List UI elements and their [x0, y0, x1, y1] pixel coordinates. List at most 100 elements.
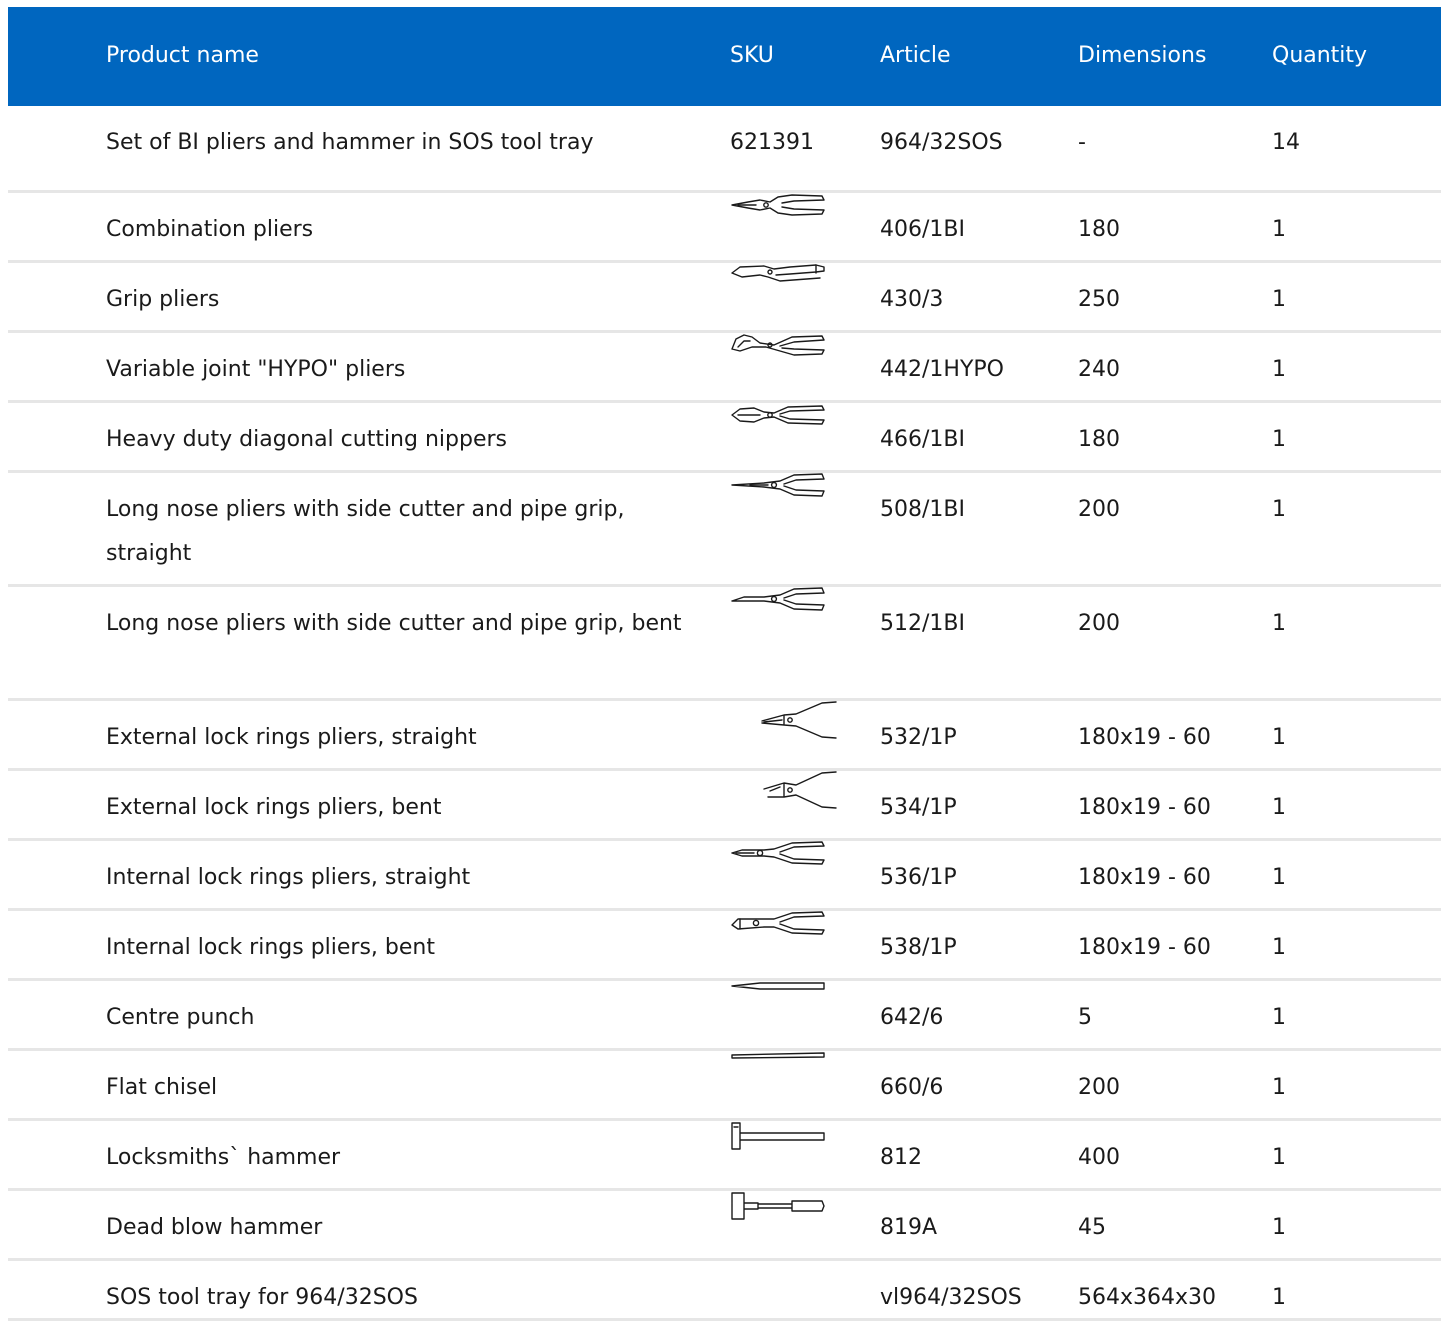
article-number: 812 [880, 1145, 922, 1170]
diagonal-nippers-icon [730, 403, 826, 429]
quantity-value: 1 [1272, 357, 1286, 382]
table-row: Locksmiths` hammer 812 400 1 [8, 1121, 1441, 1191]
quantity-value: 1 [1272, 611, 1286, 636]
article-number: 538/1P [880, 935, 957, 960]
table-row: External lock rings pliers, straight 532/… [8, 701, 1441, 771]
article-number: vl964/32SOS [880, 1285, 1022, 1310]
dimensions-value: 180x19 - 60 [1078, 865, 1211, 890]
long-nose-pliers-bent-icon [730, 587, 826, 613]
article-number: 430/3 [880, 287, 944, 312]
product-name: Long nose pliers with side cutter and pi… [106, 611, 682, 636]
table-row: Heavy duty diagonal cutting nippers 466/1… [8, 403, 1441, 473]
quantity-value: 1 [1272, 935, 1286, 960]
dimensions-value: 400 [1078, 1145, 1120, 1170]
dimensions-value: 564x364x30 [1078, 1285, 1217, 1310]
external-lock-ring-pliers-bent-icon [744, 771, 840, 811]
product-name: Grip pliers [106, 287, 220, 312]
centre-punch-icon [730, 981, 826, 993]
product-name: Internal lock rings pliers, bent [106, 935, 435, 960]
dimensions-value: 200 [1078, 1075, 1120, 1100]
combination-pliers-icon [730, 193, 826, 219]
header-sku: SKU [730, 43, 774, 68]
product-name: External lock rings pliers, straight [106, 725, 477, 750]
table-row: Long nose pliers with side cutter and pi… [8, 473, 1441, 587]
product-name: Dead blow hammer [106, 1215, 323, 1240]
table-row: Set of BI pliers and hammer in SOS tool … [8, 106, 1441, 193]
article-number: 532/1P [880, 725, 957, 750]
product-name: Long nose pliers with side cutter and pi… [106, 497, 625, 566]
dimensions-value: 180x19 - 60 [1078, 725, 1211, 750]
table-row: Combination pliers 406/1BI 180 1 [8, 193, 1441, 263]
internal-lock-ring-pliers-straight-icon [730, 841, 826, 867]
article-number: 442/1HYPO [880, 357, 1004, 382]
sku-value: 621391 [730, 130, 814, 155]
table-row: External lock rings pliers, bent 534/1P 18… [8, 771, 1441, 841]
article-number: 406/1BI [880, 217, 965, 242]
dimensions-value: 200 [1078, 497, 1120, 522]
article-number: 660/6 [880, 1075, 944, 1100]
dimensions-value: 180 [1078, 427, 1120, 452]
table-row: SOS tool tray for 964/32SOS vl964/32SOS 56… [8, 1261, 1441, 1321]
table-header: Product name SKU Article Dimensions Quan… [8, 7, 1441, 106]
table-row: Grip pliers 430/3 250 1 [8, 263, 1441, 333]
flat-chisel-icon [730, 1051, 826, 1061]
dimensions-value: 250 [1078, 287, 1120, 312]
quantity-value: 1 [1272, 1005, 1286, 1030]
dimensions-value: 5 [1078, 1005, 1092, 1030]
table-body: Set of BI pliers and hammer in SOS tool … [8, 106, 1441, 1321]
header-article: Article [880, 43, 951, 68]
article-number: 466/1BI [880, 427, 965, 452]
external-lock-ring-pliers-straight-icon [744, 701, 840, 741]
quantity-value: 1 [1272, 865, 1286, 890]
table-row: Centre punch 642/6 5 1 [8, 981, 1441, 1051]
dimensions-value: 180x19 - 60 [1078, 795, 1211, 820]
quantity-value: 1 [1272, 1145, 1286, 1170]
quantity-value: 1 [1272, 1075, 1286, 1100]
long-nose-pliers-straight-icon [730, 473, 826, 499]
table-row: Flat chisel 660/6 200 1 [8, 1051, 1441, 1121]
article-number: 508/1BI [880, 497, 965, 522]
product-name: Centre punch [106, 1005, 255, 1030]
article-number: 536/1P [880, 865, 957, 890]
quantity-value: 1 [1272, 795, 1286, 820]
product-table: Product name SKU Article Dimensions Quan… [8, 7, 1441, 1321]
quantity-value: 14 [1272, 130, 1300, 155]
dimensions-value: 240 [1078, 357, 1120, 382]
header-product-name: Product name [106, 43, 259, 68]
table-row: Internal lock rings pliers, straight 536/… [8, 841, 1441, 911]
quantity-value: 1 [1272, 217, 1286, 242]
quantity-value: 1 [1272, 1285, 1286, 1310]
product-name: Flat chisel [106, 1075, 218, 1100]
header-dimensions: Dimensions [1078, 43, 1207, 68]
product-name: Combination pliers [106, 217, 314, 242]
product-name: Internal lock rings pliers, straight [106, 865, 471, 890]
table-row: Internal lock rings pliers, bent 538/1P 18… [8, 911, 1441, 981]
product-name: Heavy duty diagonal cutting nippers [106, 427, 507, 452]
article-number: 642/6 [880, 1005, 944, 1030]
table-row: Variable joint "HYPO" pliers 442/1HYPO 240… [8, 333, 1441, 403]
product-name: Locksmiths` hammer [106, 1145, 341, 1170]
dimensions-value: - [1078, 130, 1086, 155]
quantity-value: 1 [1272, 497, 1286, 522]
article-number: 964/32SOS [880, 130, 1003, 155]
article-number: 512/1BI [880, 611, 965, 636]
grip-pliers-icon [730, 263, 826, 285]
quantity-value: 1 [1272, 427, 1286, 452]
product-name: Set of BI pliers and hammer in SOS tool … [106, 130, 594, 155]
article-number: 534/1P [880, 795, 957, 820]
variable-joint-pliers-icon [730, 333, 826, 359]
product-name: SOS tool tray for 964/32SOS [106, 1285, 418, 1310]
internal-lock-ring-pliers-bent-icon [730, 911, 826, 937]
product-name: Variable joint "HYPO" pliers [106, 357, 406, 382]
table-row: Dead blow hammer 819A 45 1 [8, 1191, 1441, 1261]
header-quantity: Quantity [1272, 43, 1368, 68]
quantity-value: 1 [1272, 1215, 1286, 1240]
dimensions-value: 200 [1078, 611, 1120, 636]
dead-blow-hammer-icon [730, 1191, 826, 1223]
product-name: External lock rings pliers, bent [106, 795, 442, 820]
dimensions-value: 180 [1078, 217, 1120, 242]
article-number: 819A [880, 1215, 938, 1240]
locksmith-hammer-icon [730, 1121, 826, 1153]
quantity-value: 1 [1272, 725, 1286, 750]
quantity-value: 1 [1272, 287, 1286, 312]
